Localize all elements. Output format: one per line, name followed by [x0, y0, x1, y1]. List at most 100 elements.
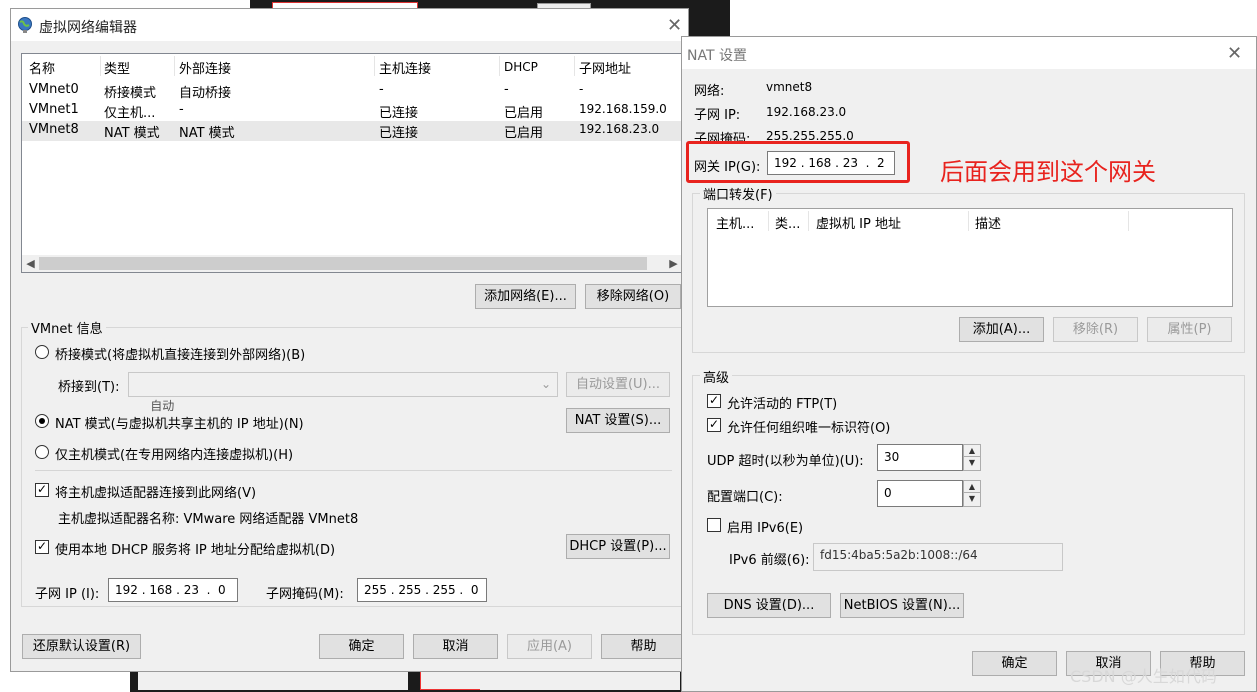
- bridge-mode-radio[interactable]: [35, 345, 49, 359]
- network-value: vmnet8: [766, 80, 813, 94]
- column-separator: [499, 56, 500, 76]
- auto-settings-button[interactable]: 自动设置(U)...: [566, 372, 670, 397]
- host-only-radio[interactable]: [35, 445, 49, 459]
- host-only-label[interactable]: 仅主机模式(在专用网络内连接虚拟机)(H): [55, 444, 293, 463]
- nat-ok-button[interactable]: 确定: [972, 651, 1057, 676]
- column-header-name[interactable]: 名称: [29, 58, 55, 77]
- config-port-stepper[interactable]: ▲ ▼: [963, 480, 981, 507]
- column-header-external[interactable]: 外部连接: [179, 58, 231, 77]
- udp-timeout-stepper[interactable]: ▲ ▼: [963, 444, 981, 471]
- restore-defaults-button[interactable]: 还原默认设置(R): [22, 634, 141, 659]
- vne-close-icon[interactable]: ✕: [667, 15, 682, 36]
- subnet-mask-input[interactable]: 255 . 255 . 255 . 0: [357, 578, 487, 602]
- column-separator: [768, 211, 769, 231]
- table-row[interactable]: VMnet1 仅主机... - 已连接 已启用 192.168.159.0: [22, 101, 682, 121]
- subnet-ip-label: 子网 IP (I):: [35, 587, 100, 602]
- pf-column-description[interactable]: 描述: [975, 213, 1001, 232]
- vmnet-info-label: VMnet 信息: [28, 318, 106, 337]
- nat-close-icon[interactable]: ✕: [1227, 43, 1242, 64]
- allow-ftp-label[interactable]: 允许活动的 FTP(T): [727, 393, 837, 412]
- nat-settings-dialog: NAT 设置 ✕ 网络: vmnet8 子网 IP: 192.168.23.0 …: [681, 36, 1257, 692]
- cell-external: -: [179, 102, 184, 117]
- column-separator: [100, 56, 101, 76]
- adapter-name-text: 主机虚拟适配器名称: VMware 网络适配器 VMnet8: [58, 512, 359, 527]
- apply-button[interactable]: 应用(A): [507, 634, 592, 659]
- nat-titlebar: NAT 设置 ✕: [682, 37, 1256, 69]
- gateway-annotation: 后面会用到这个网关: [940, 158, 1156, 186]
- subnet-ip-input[interactable]: 192 . 168 . 23 . 0: [108, 578, 238, 602]
- config-port-label: 配置端口(C):: [707, 490, 783, 505]
- vne-titlebar: 虚拟网络编辑器 ✕: [11, 9, 688, 41]
- allow-ftp-checkbox[interactable]: ✓: [707, 394, 721, 408]
- vmnet-info-group: [21, 327, 683, 607]
- netbios-settings-button[interactable]: NetBIOS 设置(N)...: [840, 593, 964, 618]
- allow-oui-checkbox[interactable]: ✓: [707, 418, 721, 432]
- dhcp-settings-button[interactable]: DHCP 设置(P)...: [566, 534, 670, 559]
- pf-add-button[interactable]: 添加(A)...: [959, 317, 1044, 342]
- spin-up-icon[interactable]: ▲: [964, 445, 980, 457]
- cell-subnet: -: [579, 82, 584, 96]
- scrollbar-thumb[interactable]: [39, 257, 647, 270]
- network-table: 名称 类型 外部连接 主机连接 DHCP 子网地址 VMnet0 桥接模式 自动…: [21, 53, 683, 273]
- cell-type: NAT 模式: [104, 126, 160, 141]
- enable-ipv6-label[interactable]: 启用 IPv6(E): [727, 517, 803, 536]
- nat-subnet-ip-value: 192.168.23.0: [766, 105, 847, 119]
- enable-ipv6-checkbox[interactable]: [707, 518, 721, 532]
- column-separator: [808, 211, 809, 231]
- table-row-selected[interactable]: VMnet8 NAT 模式 NAT 模式 已连接 已启用 192.168.23.…: [22, 121, 682, 141]
- pf-column-type[interactable]: 类...: [775, 213, 800, 232]
- connect-adapter-label[interactable]: 将主机虚拟适配器连接到此网络(V): [55, 482, 256, 501]
- column-header-subnet[interactable]: 子网地址: [579, 58, 631, 77]
- nat-mode-label[interactable]: NAT 模式(与虚拟机共享主机的 IP 地址)(N): [55, 413, 304, 432]
- column-header-host[interactable]: 主机连接: [379, 58, 431, 77]
- column-header-type[interactable]: 类型: [104, 58, 130, 77]
- scroll-right-icon[interactable]: ▶: [665, 255, 682, 272]
- dns-settings-button[interactable]: DNS 设置(D)...: [707, 593, 831, 618]
- column-header-dhcp[interactable]: DHCP: [504, 60, 538, 74]
- help-button[interactable]: 帮助: [601, 634, 686, 659]
- add-network-button[interactable]: 添加网络(E)...: [475, 284, 576, 309]
- nat-title: NAT 设置: [687, 48, 747, 64]
- cell-dhcp: 已启用: [504, 106, 544, 121]
- connect-adapter-checkbox[interactable]: ✓: [35, 483, 49, 497]
- cell-external: 自动桥接: [179, 86, 232, 101]
- table-row[interactable]: VMnet0 桥接模式 自动桥接 - - -: [22, 81, 682, 101]
- udp-timeout-input[interactable]: 30: [877, 444, 963, 471]
- pf-properties-button[interactable]: 属性(P): [1147, 317, 1232, 342]
- ipv6-prefix-input[interactable]: fd15:4ba5:5a2b:1008::/64: [813, 543, 1063, 571]
- cancel-button[interactable]: 取消: [413, 634, 498, 659]
- remove-network-button[interactable]: 移除网络(O): [585, 284, 681, 309]
- cell-type: 仅主机...: [104, 106, 156, 121]
- use-dhcp-label[interactable]: 使用本地 DHCP 服务将 IP 地址分配给虚拟机(D): [55, 539, 335, 558]
- scroll-left-icon[interactable]: ◀: [22, 255, 39, 272]
- bridge-to-select[interactable]: 自动 ⌄: [128, 372, 558, 413]
- column-separator: [1128, 211, 1129, 231]
- nat-settings-button[interactable]: NAT 设置(S)...: [566, 408, 670, 433]
- use-dhcp-checkbox[interactable]: ✓: [35, 540, 49, 554]
- nat-subnet-ip-label: 子网 IP:: [694, 108, 741, 123]
- spin-down-icon[interactable]: ▼: [964, 457, 980, 469]
- allow-oui-label[interactable]: 允许任何组织唯一标识符(O): [727, 417, 890, 436]
- port-forwarding-label: 端口转发(F): [700, 184, 776, 203]
- virtual-network-editor-dialog: 虚拟网络编辑器 ✕ 名称 类型 外部连接 主机连接 DHCP 子网地址 VMne…: [10, 8, 689, 672]
- nat-mode-radio[interactable]: [35, 414, 49, 428]
- cell-dhcp: -: [504, 82, 509, 97]
- spin-down-icon[interactable]: ▼: [964, 493, 980, 505]
- csdn-watermark: CSDN @人生如代码: [1070, 667, 1217, 686]
- horizontal-scrollbar[interactable]: ◀ ▶: [22, 255, 682, 272]
- ok-button[interactable]: 确定: [319, 634, 404, 659]
- cell-subnet: 192.168.159.0: [579, 102, 667, 116]
- gateway-highlight-box: [686, 141, 910, 183]
- bridge-to-label: 桥接到(T):: [58, 380, 120, 395]
- pf-column-host[interactable]: 主机...: [716, 213, 754, 232]
- pf-column-vm-ip[interactable]: 虚拟机 IP 地址: [816, 213, 901, 232]
- udp-timeout-label: UDP 超时(以秒为单位)(U):: [707, 454, 864, 469]
- column-separator: [374, 56, 375, 76]
- spin-up-icon[interactable]: ▲: [964, 481, 980, 493]
- config-port-input[interactable]: 0: [877, 480, 963, 507]
- pf-remove-button[interactable]: 移除(R): [1053, 317, 1138, 342]
- advanced-label: 高级: [700, 367, 733, 386]
- column-separator: [574, 56, 575, 76]
- globe-icon: [18, 17, 32, 33]
- bridge-mode-label[interactable]: 桥接模式(将虚拟机直接连接到外部网络)(B): [55, 344, 305, 363]
